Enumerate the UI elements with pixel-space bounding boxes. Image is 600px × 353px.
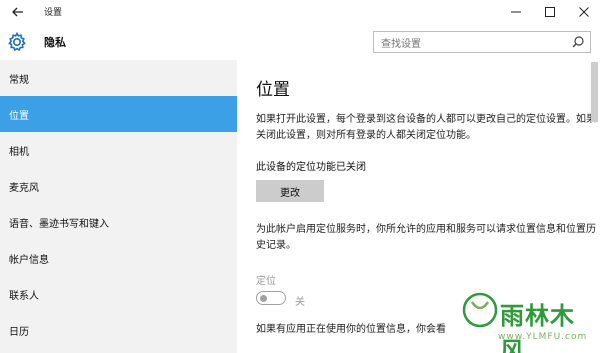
sidebar-item-label: 联系人 bbox=[9, 291, 39, 302]
toggle-state-text: 关 bbox=[295, 297, 305, 308]
account-location-description: 为此帐户启用定位服务时，你所允许的应用和服务可以请求位置信息和位置历史记录。 bbox=[256, 224, 596, 251]
watermark: 雨林木风 www.YLMFU.com bbox=[460, 290, 598, 353]
sidebar-item-label: 麦克风 bbox=[9, 183, 39, 194]
minimize-icon[interactable] bbox=[506, 2, 526, 22]
title-bar: 设置 bbox=[0, 0, 600, 24]
sidebar-item-calendar[interactable]: 日历 bbox=[0, 312, 237, 348]
change-button[interactable]: 更改 bbox=[256, 180, 324, 202]
page-header: 隐私 bbox=[0, 24, 600, 60]
watermark-url: www.YLMFU.com bbox=[498, 332, 588, 342]
sidebar-item-account-info[interactable]: 帐户信息 bbox=[0, 240, 237, 276]
sidebar-item-contacts[interactable]: 联系人 bbox=[0, 276, 237, 312]
watermark-title: 雨林木风 bbox=[500, 302, 575, 353]
close-icon[interactable] bbox=[574, 2, 594, 22]
location-description: 如果打开此设置，每个登录到这台设备的人都可以更改自己的定位设置。如果关闭此设置，… bbox=[256, 114, 596, 141]
section-title: 隐私 bbox=[44, 36, 66, 49]
sidebar-item-camera[interactable]: 相机 bbox=[0, 132, 237, 168]
page-title: 位置 bbox=[256, 80, 290, 100]
gear-icon bbox=[8, 31, 26, 52]
sidebar-item-general[interactable]: 常规 bbox=[0, 60, 237, 96]
sidebar-item-label: 日历 bbox=[9, 327, 29, 338]
device-location-status: 此设备的定位功能已关闭 bbox=[256, 162, 366, 173]
sidebar-item-label: 语音、墨迹书写和键入 bbox=[9, 219, 109, 230]
sidebar-item-label: 位置 bbox=[9, 111, 29, 122]
toggle-knob bbox=[260, 294, 267, 302]
sidebar-item-label: 帐户信息 bbox=[9, 255, 49, 266]
window-title: 设置 bbox=[44, 8, 63, 18]
sidebar-item-location[interactable]: 位置 bbox=[0, 96, 237, 132]
sidebar-item-label: 相机 bbox=[9, 147, 29, 158]
location-toggle-label: 定位 bbox=[256, 276, 276, 287]
sidebar-item-microphone[interactable]: 麦克风 bbox=[0, 168, 237, 204]
search-box[interactable] bbox=[373, 31, 591, 55]
sidebar-item-label: 常规 bbox=[9, 75, 29, 86]
sidebar-item-speech-inking-typing[interactable]: 语音、墨迹书写和键入 bbox=[0, 204, 237, 240]
watermark-logo-icon bbox=[462, 292, 498, 328]
location-toggle[interactable] bbox=[256, 291, 286, 305]
sidebar: 常规 位置 相机 麦克风 语音、墨迹书写和键入 帐户信息 联系人 日历 bbox=[0, 60, 237, 353]
back-arrow-icon[interactable] bbox=[8, 2, 28, 22]
search-icon[interactable] bbox=[571, 35, 585, 49]
maximize-icon[interactable] bbox=[540, 2, 560, 22]
search-input[interactable] bbox=[374, 34, 564, 55]
scrollbar-thumb[interactable] bbox=[591, 62, 598, 122]
